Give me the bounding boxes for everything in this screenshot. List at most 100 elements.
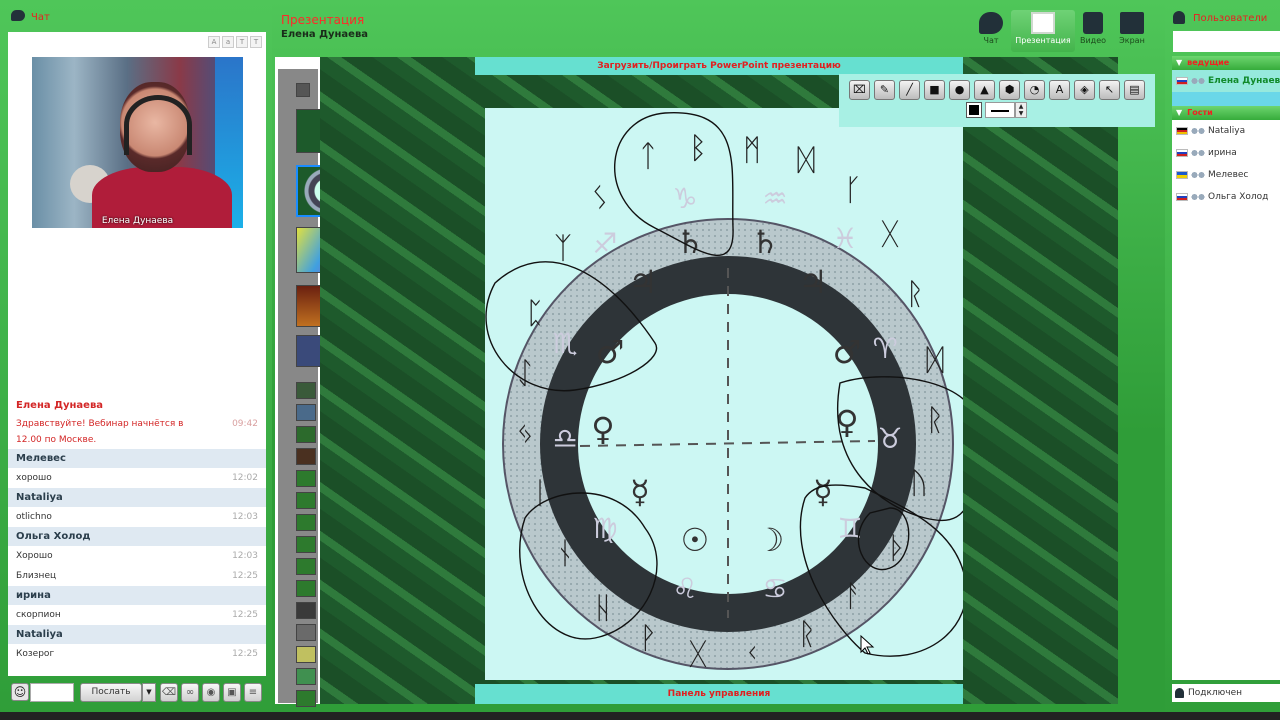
svg-text:ᚱ: ᚱ: [906, 277, 924, 312]
control-panel-bar[interactable]: Панель управления: [475, 684, 963, 704]
font-increase-icon[interactable]: A: [208, 36, 220, 48]
user-group-header[interactable]: ▼ Гости: [1172, 106, 1280, 120]
chat-message-time: 12:03: [232, 551, 258, 561]
chat-footer: ☺ Послать ▼ ⌫ ∞ ◉ ▣ ≡: [0, 680, 272, 706]
send-button[interactable]: Послать: [80, 683, 142, 702]
chat-message: otlichno 12:03: [8, 507, 266, 527]
chat-message: Здравствуйте! Вебинар начнётся в 12.00 п…: [8, 415, 266, 449]
users-title: Пользователи: [1193, 13, 1268, 24]
send-options-chevron-icon[interactable]: ▼: [142, 683, 156, 702]
headset-icon: [124, 95, 192, 155]
pencil-icon[interactable]: ✎: [874, 80, 895, 100]
line-width-select[interactable]: [985, 102, 1015, 118]
eraser-icon[interactable]: ⌫: [160, 683, 178, 702]
svg-text:☿: ☿: [630, 473, 650, 511]
user-row[interactable]: Nataliya: [1172, 120, 1280, 142]
audio-status-icon: [1191, 148, 1205, 157]
user-name: Мелевес: [1208, 170, 1249, 180]
chat-bubble-icon: [11, 10, 25, 21]
chat-message-author: Nataliya: [8, 625, 266, 644]
message-input[interactable]: [30, 683, 74, 702]
color-picker[interactable]: [966, 102, 982, 118]
host-controls[interactable]: [1172, 92, 1280, 106]
flag-icon: [1176, 148, 1188, 157]
chat-body: A a T T Елена Дунаева Елена Дунаева Здрав…: [8, 32, 266, 676]
slide-thumb[interactable]: [296, 646, 316, 663]
hexagon-icon[interactable]: ⬢: [999, 80, 1020, 100]
svg-text:♂: ♂: [596, 333, 625, 371]
svg-text:ᛇ: ᛇ: [516, 356, 534, 391]
rectangle-icon[interactable]: ■: [924, 80, 945, 100]
user-search-input[interactable]: [1173, 31, 1280, 52]
svg-text:☉: ☉: [681, 521, 710, 559]
slide-thumb[interactable]: [296, 602, 316, 619]
slide-thumb[interactable]: [296, 492, 316, 509]
slide-thumb[interactable]: [296, 426, 316, 443]
user-row[interactable]: Елена Дунаева: [1172, 70, 1280, 92]
slide-thumb[interactable]: [296, 668, 316, 685]
user-icon: [1175, 688, 1184, 698]
clear-drawing-icon[interactable]: ⌧: [849, 80, 870, 100]
user-group-label: Гости: [1187, 108, 1213, 117]
audio-status-icon: [1191, 192, 1205, 201]
pointer-icon[interactable]: ↖: [1099, 80, 1120, 100]
slide-content[interactable]: ᛏᛒᛗ ᛞᚴᚷ ᚱᛞᚱ ᚢᚦᚨ ᚱᚲᚷ ᚹᚺᚾ ᛁᛃᛇ ᛈᛉᛊ ♑ ♒ ♓ ♈ ♉ ♊ …: [485, 108, 981, 680]
font-decrease-icon[interactable]: a: [222, 36, 234, 48]
flag-icon: [1176, 76, 1188, 85]
svg-text:ᛒ: ᛒ: [689, 131, 707, 166]
slide-thumb[interactable]: [296, 83, 310, 97]
upload-powerpoint-bar[interactable]: Загрузить/Проиграть PowerPoint презентац…: [475, 57, 963, 75]
user-icon: [1173, 11, 1185, 24]
svg-text:♃: ♃: [629, 263, 658, 301]
chat-message-author: Nataliya: [8, 488, 266, 507]
chat-message-time: 12:02: [232, 473, 258, 483]
text-format-icon[interactable]: T: [236, 36, 248, 48]
svg-text:ᚨ: ᚨ: [844, 579, 862, 614]
user-row[interactable]: Мелевес: [1172, 164, 1280, 186]
user-row[interactable]: ирина: [1172, 142, 1280, 164]
list-icon[interactable]: ≡: [244, 683, 262, 702]
slide-thumb[interactable]: [296, 690, 316, 707]
line-width-stepper[interactable]: ▲ ▼: [1015, 102, 1027, 118]
slide-thumb[interactable]: [296, 448, 316, 465]
slide-thumb[interactable]: [296, 470, 316, 487]
eye-icon[interactable]: ◉: [202, 683, 220, 702]
tab-screen[interactable]: Экран: [1104, 10, 1160, 52]
chat-message-text: хорошо: [16, 473, 52, 483]
arc-icon[interactable]: ◔: [1024, 80, 1045, 100]
svg-text:☽: ☽: [756, 521, 785, 559]
svg-text:ᚱ: ᚱ: [798, 617, 816, 652]
chat-messages: Елена Дунаева Здравствуйте! Вебинар начнё…: [8, 396, 266, 664]
circle-icon[interactable]: ●: [949, 80, 970, 100]
chevron-down-icon: ▼: [1176, 58, 1183, 67]
svg-text:♌: ♌: [672, 572, 697, 605]
svg-text:♈: ♈: [872, 332, 897, 365]
line-icon[interactable]: ╱: [899, 80, 920, 100]
link-icon[interactable]: ∞: [181, 683, 199, 702]
user-name: Ольга Холод: [1208, 192, 1269, 202]
audio-status-icon: [1191, 76, 1205, 85]
slide-thumb[interactable]: [296, 536, 316, 553]
slide-thumb[interactable]: [296, 382, 316, 399]
user-name: Елена Дунаева: [1208, 76, 1280, 86]
connection-status-label: Подключен: [1188, 688, 1242, 698]
slide-thumb[interactable]: [296, 404, 316, 421]
svg-text:ᚾ: ᚾ: [556, 536, 574, 571]
text-style-icon[interactable]: T: [250, 36, 262, 48]
text-icon[interactable]: A: [1049, 80, 1070, 100]
chat-message-text: otlichno: [16, 512, 52, 522]
slide-thumbnails[interactable]: 3 4 5 6 7: [278, 69, 366, 707]
smiley-icon[interactable]: ☺: [11, 683, 29, 701]
slide-thumb[interactable]: [296, 514, 316, 531]
lock-icon[interactable]: ▣: [223, 683, 241, 702]
user-row[interactable]: Ольга Холод: [1172, 186, 1280, 208]
presenter-video[interactable]: Елена Дунаева: [32, 57, 243, 228]
drawing-toolbar: ⌧ ✎ ╱ ■ ● ▲ ⬢ ◔ A ◈ ↖ ▤ ▲ ▼: [839, 74, 1155, 127]
slide-thumb[interactable]: [296, 624, 316, 641]
triangle-icon[interactable]: ▲: [974, 80, 995, 100]
slide-thumb[interactable]: [296, 580, 316, 597]
save-icon[interactable]: ▤: [1124, 80, 1145, 100]
eraser-icon[interactable]: ◈: [1074, 80, 1095, 100]
user-group-header[interactable]: ▼ ведущие: [1172, 56, 1280, 70]
slide-thumb[interactable]: [296, 558, 316, 575]
